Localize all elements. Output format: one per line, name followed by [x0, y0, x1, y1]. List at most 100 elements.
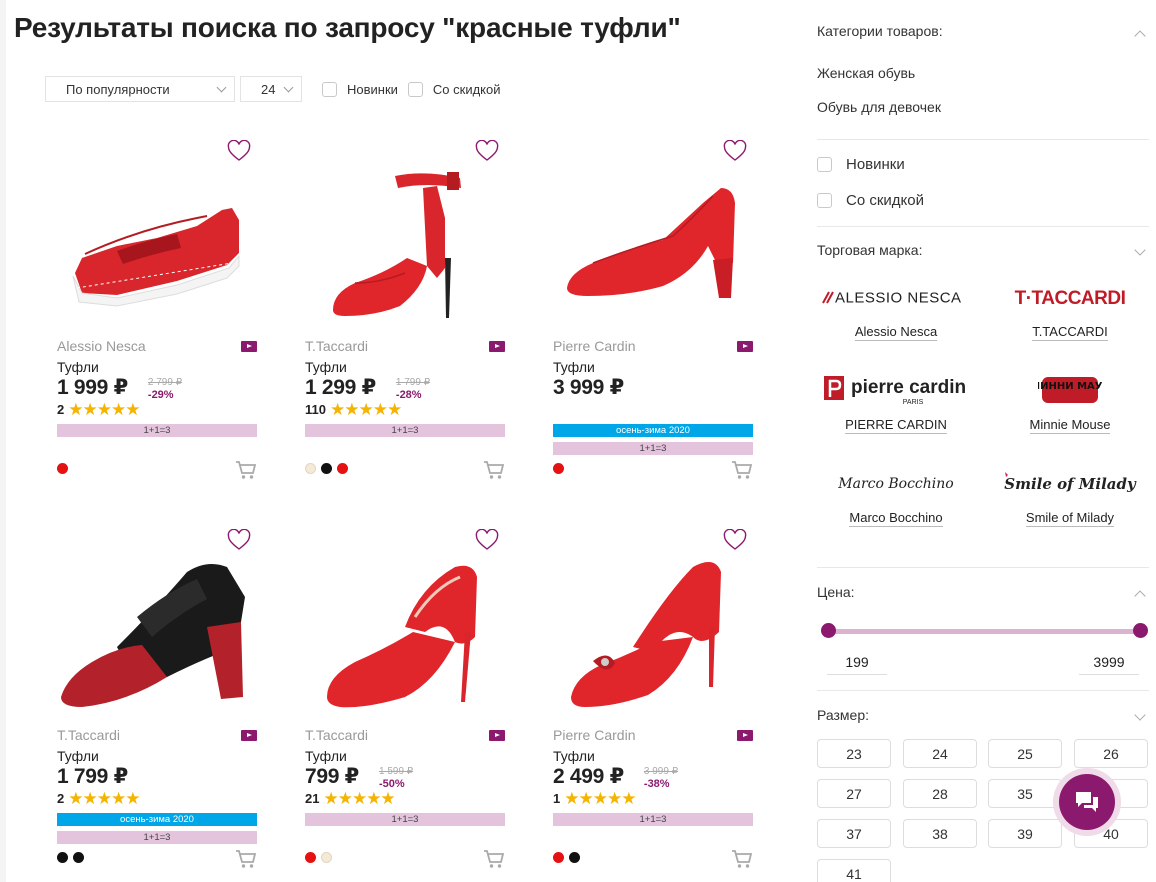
category-link[interactable]: Женская обувь	[817, 65, 915, 81]
size-option[interactable]: 37	[817, 819, 891, 848]
size-option[interactable]: 35	[988, 779, 1062, 808]
product-image[interactable]	[57, 537, 257, 717]
brand-filter-title[interactable]: Торговая марка:	[817, 242, 922, 258]
price-slider-min-handle[interactable]	[821, 623, 836, 638]
chevron-up-icon[interactable]	[1134, 590, 1146, 602]
size-option[interactable]: 26	[1074, 739, 1148, 768]
product-price: 1 999 ₽	[57, 376, 128, 399]
sidebar-filter-new[interactable]: Новинки	[817, 156, 905, 173]
promo-tag: 1+1=3	[57, 831, 257, 844]
product-card[interactable]: T.Taccardi Туфли 1 299 ₽ 1 799 ₽ -28% 11…	[305, 130, 505, 490]
chat-button-inner[interactable]	[1059, 774, 1115, 830]
cart-icon[interactable]	[731, 849, 753, 869]
color-swatch[interactable]	[337, 463, 348, 474]
price-slider-track[interactable]	[828, 629, 1140, 634]
product-brand[interactable]: Alessio Nesca	[57, 338, 146, 354]
discount-badge: -28%	[395, 389, 422, 401]
old-price-box: 1 599 ₽ -50%	[379, 766, 413, 790]
size-option[interactable]: 25	[988, 739, 1062, 768]
product-brand[interactable]: T.Taccardi	[57, 727, 120, 743]
product-card[interactable]: T.Taccardi Туфли 1 799 ₽ 2 ★★★★★ осень-з…	[57, 519, 257, 879]
color-swatch[interactable]	[305, 852, 316, 863]
product-card[interactable]: Pierre Cardin Туфли 2 499 ₽ 3 999 ₽ -38%…	[553, 519, 753, 879]
color-swatch[interactable]	[57, 852, 68, 863]
video-icon[interactable]	[489, 729, 505, 741]
video-icon[interactable]	[489, 340, 505, 352]
brand-option[interactable]: Smile of Milady Smile of Milady	[984, 463, 1156, 527]
cart-icon[interactable]	[483, 849, 505, 869]
color-swatch[interactable]	[305, 463, 316, 474]
brand-option[interactable]: МИННИ МАУС Minnie Mouse	[984, 370, 1156, 434]
price-filter-title[interactable]: Цена:	[817, 584, 855, 600]
product-image[interactable]	[305, 148, 505, 328]
brand-logo: Smile of Milady	[984, 463, 1156, 503]
chevron-up-icon[interactable]	[1134, 30, 1146, 42]
size-option[interactable]: 41	[817, 859, 891, 882]
color-swatch[interactable]	[553, 852, 564, 863]
size-option[interactable]: 27	[817, 779, 891, 808]
color-swatch[interactable]	[569, 852, 580, 863]
rating-row[interactable]: 110 ★★★★★	[305, 401, 402, 418]
rating-row[interactable]: 2 ★★★★★	[57, 401, 140, 418]
brand-option[interactable]: ALESSIO NESCA Alessio Nesca	[810, 277, 982, 341]
brand-option[interactable]: T·TACCARDI T.TACCARDI	[984, 277, 1156, 341]
color-swatches	[553, 463, 569, 474]
size-option[interactable]: 38	[903, 819, 977, 848]
category-link[interactable]: Обувь для девочек	[817, 99, 941, 115]
checkbox-box[interactable]	[817, 193, 832, 208]
size-option[interactable]: 24	[903, 739, 977, 768]
old-price: 1 599 ₽	[378, 766, 414, 777]
color-swatch[interactable]	[57, 463, 68, 474]
cart-icon[interactable]	[235, 849, 257, 869]
chat-button[interactable]	[1053, 768, 1121, 836]
sort-select[interactable]: По популярности	[45, 76, 235, 102]
product-image[interactable]	[553, 148, 753, 328]
product-image[interactable]	[57, 148, 257, 328]
brand-logo: ALESSIO NESCA	[810, 277, 982, 317]
chevron-down-icon[interactable]	[1134, 244, 1146, 256]
product-price: 1 299 ₽	[305, 376, 376, 399]
color-swatch[interactable]	[73, 852, 84, 863]
rating-row[interactable]: 21 ★★★★★	[305, 790, 396, 807]
product-image[interactable]	[553, 537, 753, 717]
rating-row[interactable]: 1 ★★★★★	[553, 790, 636, 807]
video-icon[interactable]	[737, 729, 753, 741]
product-price: 1 799 ₽	[57, 765, 128, 788]
product-card[interactable]: Pierre Cardin Туфли 3 999 ₽ осень-зима 2…	[553, 130, 753, 490]
checkbox-box[interactable]	[407, 81, 423, 97]
product-brand[interactable]: T.Taccardi	[305, 727, 368, 743]
price-slider-max-handle[interactable]	[1133, 623, 1148, 638]
size-filter-title[interactable]: Размер:	[817, 707, 869, 723]
color-swatch[interactable]	[321, 463, 332, 474]
size-option[interactable]: 39	[988, 819, 1062, 848]
brand-option[interactable]: pierre cardin PARIS PIERRE CARDIN	[810, 370, 982, 434]
per-page-select[interactable]: 24	[240, 76, 302, 102]
chevron-down-icon[interactable]	[1134, 709, 1146, 721]
product-brand[interactable]: Pierre Cardin	[553, 338, 635, 354]
size-option[interactable]: 28	[903, 779, 977, 808]
cart-icon[interactable]	[731, 460, 753, 480]
product-image[interactable]	[305, 537, 505, 717]
sidebar-filter-sale[interactable]: Со скидкой	[817, 192, 924, 209]
price-max-input[interactable]: 3999	[1079, 653, 1139, 675]
product-card[interactable]: Alessio Nesca Туфли 1 999 ₽ 2 799 ₽ -29%…	[57, 130, 257, 490]
filter-new-checkbox[interactable]: Новинки	[322, 81, 398, 97]
product-card[interactable]: T.Taccardi Туфли 799 ₽ 1 599 ₽ -50% 21 ★…	[305, 519, 505, 879]
rating-row[interactable]: 2 ★★★★★	[57, 790, 140, 807]
color-swatch[interactable]	[321, 852, 332, 863]
size-option[interactable]: 23	[817, 739, 891, 768]
brand-option[interactable]: Marco Bocchino Marco Bocchino	[810, 463, 982, 527]
cart-icon[interactable]	[483, 460, 505, 480]
color-swatch[interactable]	[553, 463, 564, 474]
product-brand[interactable]: Pierre Cardin	[553, 727, 635, 743]
checkbox-box[interactable]	[817, 157, 832, 172]
video-icon[interactable]	[737, 340, 753, 352]
categories-title[interactable]: Категории товаров:	[817, 23, 943, 39]
product-brand[interactable]: T.Taccardi	[305, 338, 368, 354]
price-min-input[interactable]: 199	[827, 653, 887, 675]
video-icon[interactable]	[241, 729, 257, 741]
video-icon[interactable]	[241, 340, 257, 352]
checkbox-box[interactable]	[322, 81, 337, 97]
filter-sale-checkbox[interactable]: Со скидкой	[407, 81, 501, 97]
cart-icon[interactable]	[235, 460, 257, 480]
